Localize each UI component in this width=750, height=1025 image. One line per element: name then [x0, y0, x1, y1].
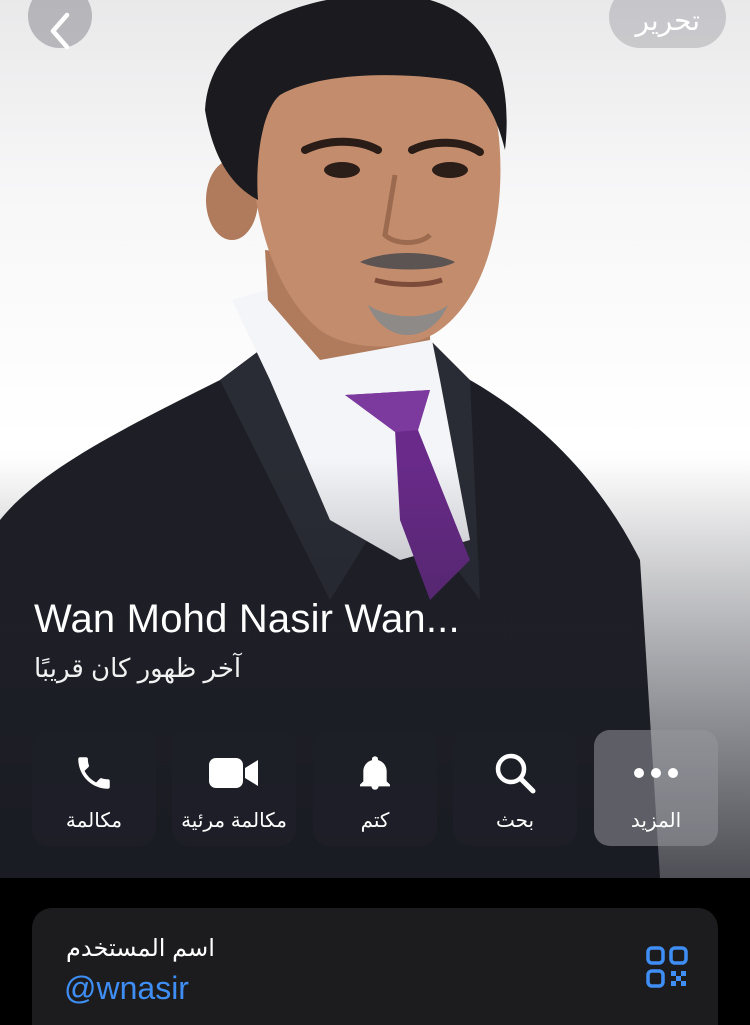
call-label: مكالمة [65, 810, 123, 832]
call-button[interactable]: مكالمة [32, 730, 156, 846]
username-card[interactable]: اسم المستخدم @wnasir [32, 908, 718, 1025]
phone-icon [78, 757, 110, 789]
video-camera-icon [209, 758, 258, 788]
last-seen-status: آخر ظهور كان قريبًا [34, 653, 242, 683]
edit-button[interactable]: تحرير [609, 0, 726, 48]
search-button[interactable]: بحث [453, 730, 577, 846]
video-call-button[interactable]: مكالمة مرئية [172, 730, 296, 846]
search-icon [495, 753, 536, 794]
profile-header: تحرير Wan Mohd Nasir Wan... آخر ظهور كان… [0, 0, 750, 878]
bell-icon [360, 756, 390, 790]
more-button[interactable]: المزيد [594, 730, 718, 846]
chevron-left-icon [50, 12, 70, 50]
video-call-label: مكالمة مرئية [181, 810, 287, 832]
qr-code-icon[interactable] [646, 946, 688, 988]
contact-name: Wan Mohd Nasir Wan... [34, 597, 460, 641]
more-dots-icon [634, 768, 678, 778]
username-caption: اسم المستخدم [66, 935, 215, 962]
more-label: المزيد [630, 810, 682, 832]
username-value[interactable]: @wnasir [64, 970, 189, 1007]
action-bar: مكالمة مكالمة مرئية كتم بحث المزيد [32, 730, 718, 846]
mute-label: كتم [360, 810, 390, 832]
mute-button[interactable]: كتم [313, 730, 437, 846]
search-label: بحث [495, 810, 535, 832]
